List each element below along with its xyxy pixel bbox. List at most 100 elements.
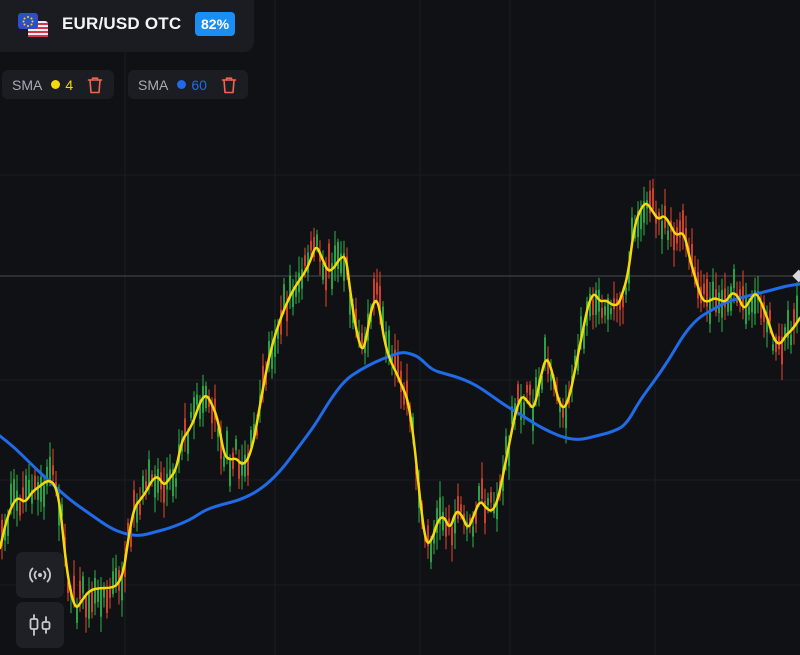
candle — [196, 382, 198, 408]
candle — [235, 435, 237, 455]
signals-button[interactable] — [16, 552, 64, 598]
candle — [37, 475, 39, 516]
candle — [601, 294, 603, 324]
indicator-color-dot — [51, 80, 61, 89]
indicator-sma-60[interactable]: SMA 60 — [128, 70, 248, 99]
candle-body — [487, 498, 489, 506]
candle-body — [457, 496, 459, 519]
candle-body — [667, 230, 669, 240]
candle — [106, 580, 108, 619]
candle — [322, 250, 324, 285]
candle — [595, 282, 597, 328]
candle — [733, 264, 735, 304]
candle-body — [316, 234, 318, 247]
grid — [0, 0, 800, 655]
asset-selector[interactable]: EUR/USD OTC 82% — [0, 0, 254, 52]
candle-body — [40, 476, 42, 502]
candle-body — [106, 589, 108, 613]
candle — [94, 570, 96, 616]
candle-body — [712, 281, 714, 299]
candle — [592, 287, 594, 330]
price-chart[interactable] — [0, 0, 800, 655]
candle-body — [88, 591, 90, 619]
candle — [565, 384, 567, 444]
candle — [271, 330, 273, 379]
candle — [376, 268, 378, 302]
candle-body — [472, 526, 474, 537]
candle-body — [229, 461, 231, 487]
candle-body — [85, 596, 87, 618]
candle-body — [661, 221, 663, 239]
candle — [652, 178, 654, 214]
candle — [439, 481, 441, 541]
candle-body — [142, 476, 144, 494]
candle — [448, 504, 450, 536]
candle — [76, 597, 78, 630]
candle — [616, 293, 618, 323]
candle-body — [163, 482, 165, 503]
candle — [613, 281, 615, 321]
candle — [712, 268, 714, 311]
candle — [451, 523, 453, 562]
candle — [154, 465, 156, 513]
candle — [646, 191, 648, 225]
candle-body — [283, 284, 285, 309]
candle — [109, 577, 111, 609]
candle — [145, 469, 147, 500]
trash-icon[interactable] — [87, 76, 103, 94]
candle — [406, 363, 408, 416]
candle — [22, 471, 24, 514]
candle-body — [82, 576, 84, 594]
indicator-color-dot — [177, 80, 187, 89]
candlestick-chart-icon — [29, 614, 51, 636]
candle — [724, 272, 726, 320]
indicator-sma-4[interactable]: SMA 4 — [2, 70, 114, 99]
candle — [766, 305, 768, 348]
candle — [775, 333, 777, 361]
candle-body — [226, 430, 228, 458]
candle — [313, 227, 315, 262]
candle-body — [223, 456, 225, 467]
asset-name: EUR/USD OTC — [62, 14, 182, 33]
candle — [91, 581, 93, 619]
candle — [718, 285, 720, 323]
candle-body — [139, 503, 141, 515]
candle-body — [604, 306, 606, 316]
candle-body — [190, 411, 192, 418]
sma-60-line — [0, 282, 800, 537]
candle — [163, 467, 165, 518]
candle-body — [430, 541, 432, 563]
candle — [292, 279, 294, 316]
candle-body — [733, 269, 735, 289]
candle-body — [601, 307, 603, 318]
current-price-marker[interactable] — [792, 269, 800, 283]
candle-body — [703, 283, 705, 295]
candle-body — [376, 282, 378, 295]
candle — [781, 323, 783, 381]
indicator-name: SMA — [12, 76, 43, 93]
candle — [34, 467, 36, 500]
candle-body — [682, 210, 684, 236]
candle — [643, 186, 645, 236]
eu-us-flag-icon — [18, 13, 48, 37]
candle-body — [622, 296, 624, 308]
candle — [658, 208, 660, 236]
candle — [85, 592, 87, 633]
trash-icon[interactable] — [221, 76, 237, 94]
indicator-name: SMA — [138, 76, 169, 93]
candle — [28, 464, 30, 499]
candle-body — [304, 255, 306, 266]
candle-body — [325, 268, 327, 291]
candle-body — [187, 432, 189, 454]
candle-body — [25, 475, 27, 501]
candle — [661, 204, 663, 254]
candle — [607, 293, 609, 332]
candle-body — [19, 502, 21, 516]
candle — [445, 507, 447, 550]
candle-body — [526, 384, 528, 393]
candle-body — [238, 462, 240, 479]
candle-body — [388, 330, 390, 354]
chart-type-button[interactable] — [16, 602, 64, 648]
candle-body — [451, 527, 453, 546]
candle — [103, 582, 105, 608]
